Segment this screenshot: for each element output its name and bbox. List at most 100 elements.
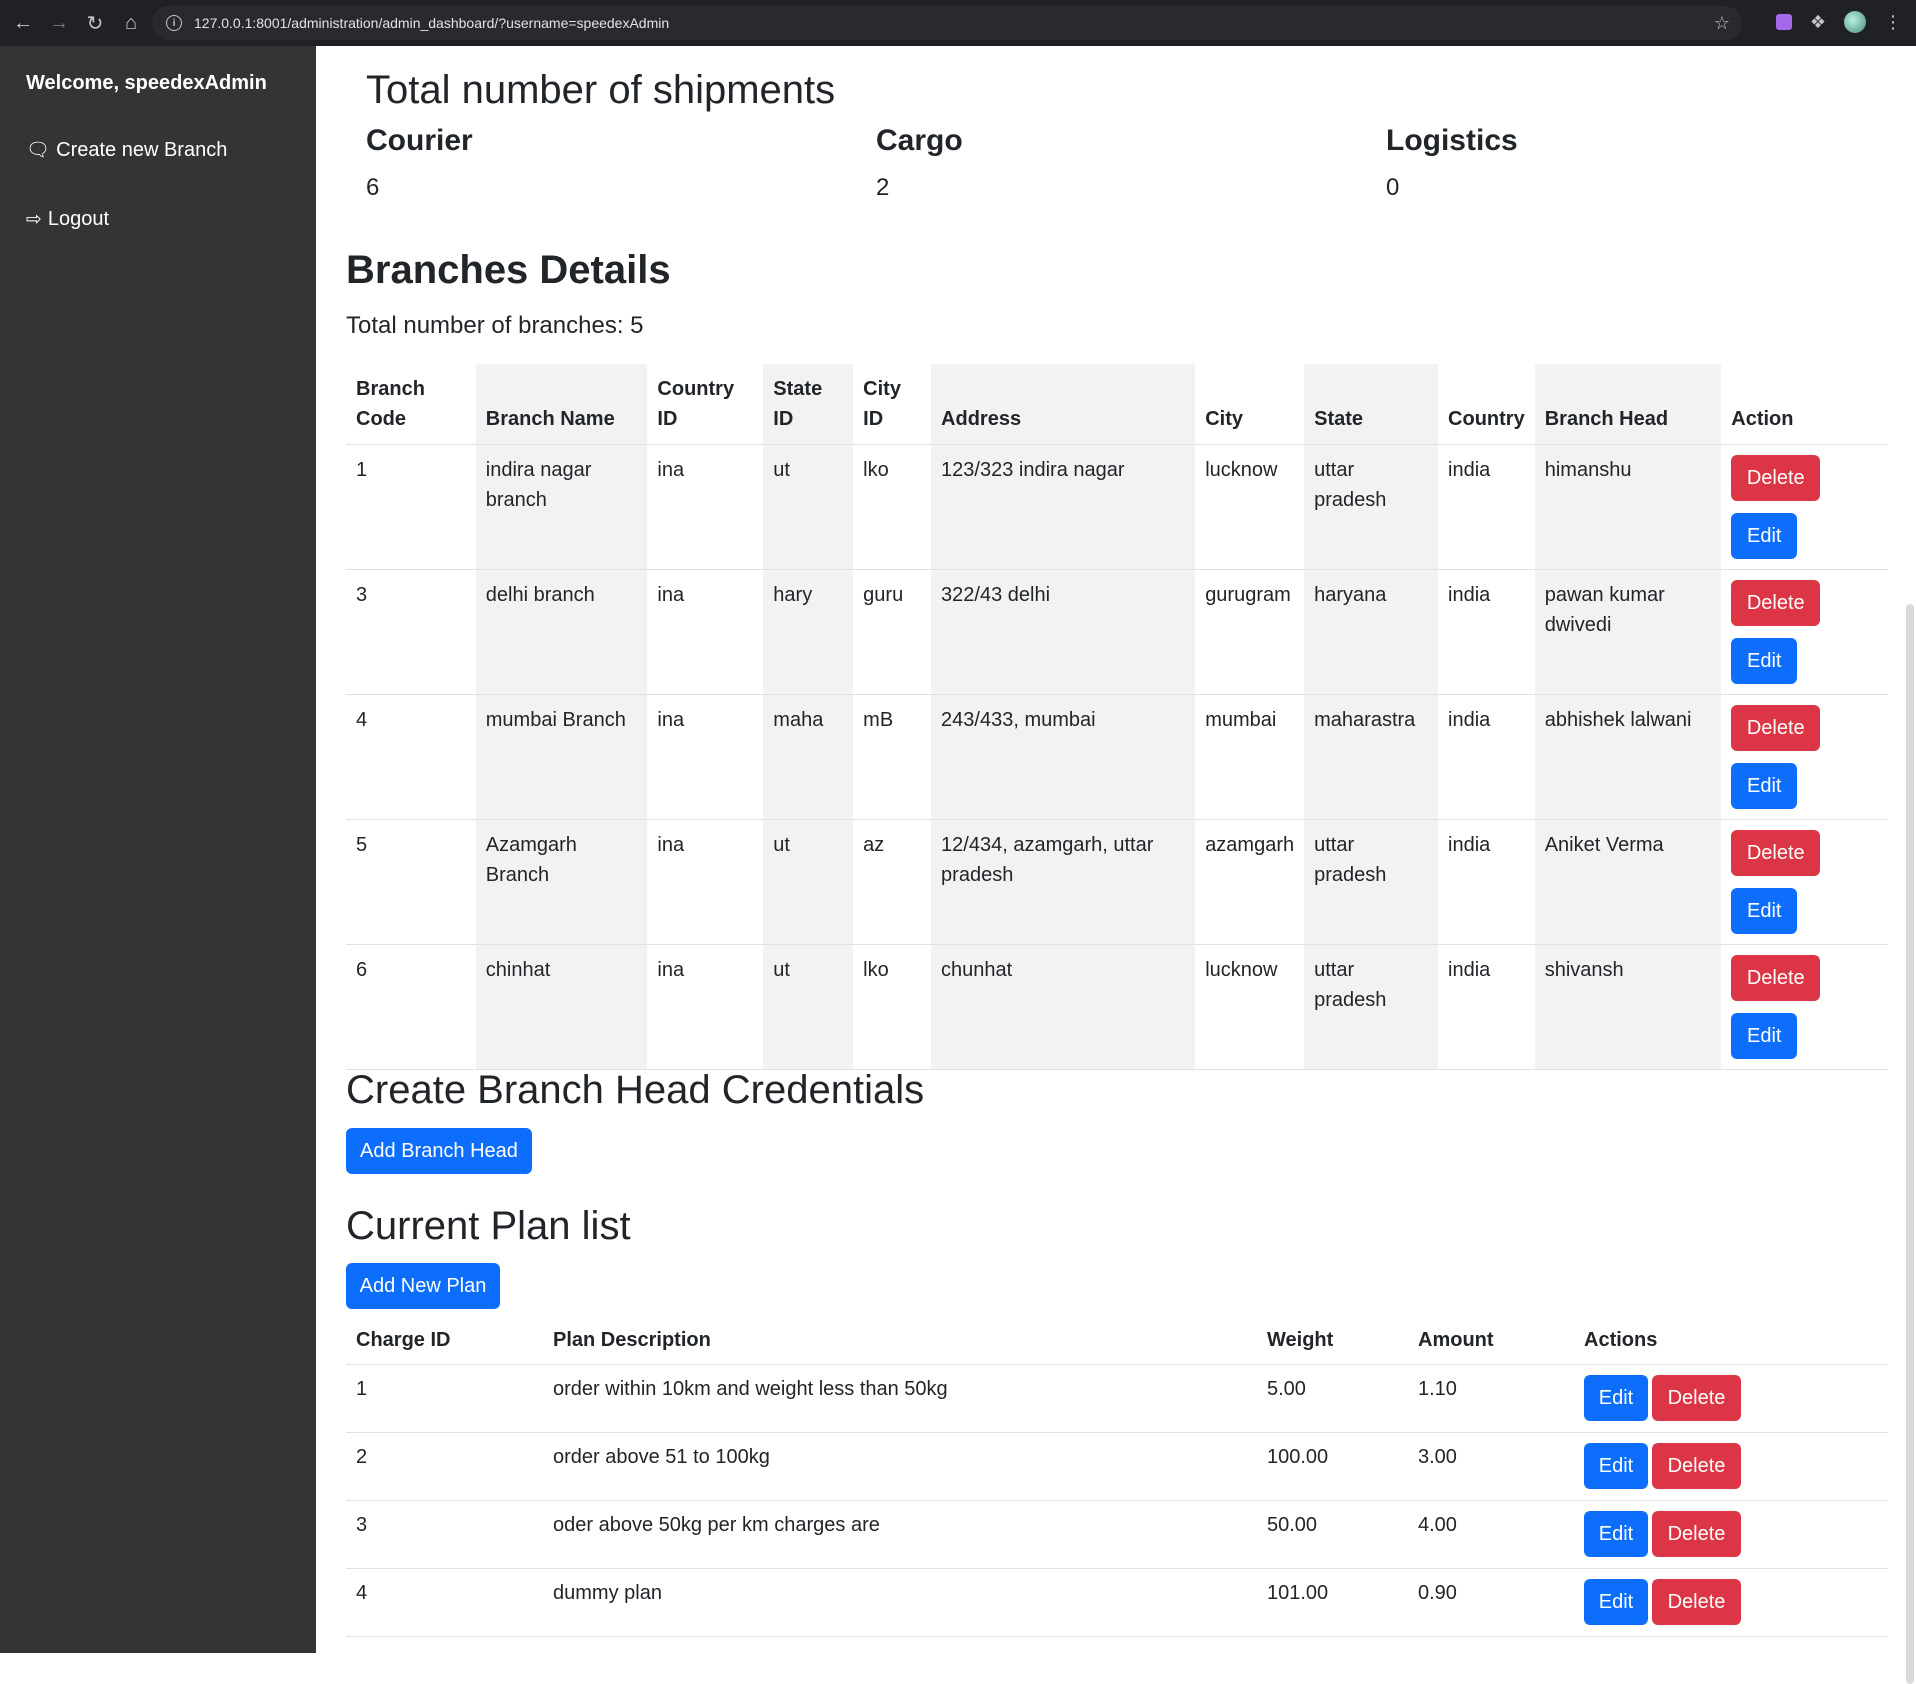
delete-plan-button[interactable]: Delete — [1652, 1375, 1741, 1421]
delete-branch-button[interactable]: Delete — [1731, 830, 1821, 876]
weight-cell: 101.00 — [1267, 1582, 1329, 1604]
add-new-plan-button[interactable]: Add New Plan — [346, 1263, 500, 1309]
branch-name-cell: Azamgarh Branch — [475, 819, 648, 945]
branch-action-cell: Delete Edit — [1721, 570, 1888, 695]
add-branch-head-button[interactable]: Add Branch Head — [346, 1128, 532, 1174]
city-id-cell: lko — [863, 959, 889, 981]
plan-row: 4 dummy plan 101.00 0.90 Edit Delete — [346, 1569, 1888, 1637]
state-cell: uttar pradesh — [1304, 944, 1439, 1070]
city-cell: gurugram — [1205, 584, 1291, 606]
col-state-id: State ID — [763, 364, 854, 445]
edit-branch-button[interactable]: Edit — [1731, 1013, 1798, 1059]
weight-cell: 100.00 — [1267, 1446, 1329, 1468]
col-address: Address — [931, 364, 1196, 445]
bookmark-star-icon[interactable]: ☆ — [1714, 13, 1730, 34]
country-cell: india — [1448, 584, 1491, 606]
logistics-count: 0 — [1386, 174, 1400, 201]
reload-icon[interactable]: ↻ — [78, 6, 112, 40]
home-icon[interactable]: ⌂ — [114, 6, 148, 40]
plan-row: 2 order above 51 to 100kg 100.00 3.00 Edit De… — [346, 1433, 1888, 1501]
edit-branch-button[interactable]: Edit — [1731, 888, 1798, 934]
address-cell: 322/43 delhi — [931, 569, 1196, 695]
create-branch-link[interactable]: 🗨 Create new Branch — [26, 138, 227, 162]
edit-plan-button[interactable]: Edit — [1584, 1511, 1648, 1557]
branch-head-cell: abhishek lalwani — [1534, 694, 1722, 820]
address-cell: chunhat — [931, 944, 1196, 1070]
plan-actions-cell: Edit Delete — [1574, 1365, 1888, 1433]
plan-description-cell: order above 51 to 100kg — [553, 1446, 770, 1468]
extension-icon[interactable] — [1775, 14, 1792, 30]
plan-description-cell: oder above 50kg per km charges are — [553, 1514, 880, 1536]
amount-cell: 3.00 — [1418, 1446, 1457, 1468]
city-id-cell: az — [863, 834, 885, 856]
delete-branch-button[interactable]: Delete — [1731, 580, 1821, 626]
page-scrollbar[interactable] — [1906, 604, 1914, 1684]
comment-icon: 🗨 — [26, 140, 51, 161]
edit-plan-button[interactable]: Edit — [1584, 1443, 1648, 1489]
menu-kebab-icon[interactable]: ⋮ — [1884, 12, 1902, 33]
delete-branch-button[interactable]: Delete — [1731, 955, 1821, 1001]
delete-plan-button[interactable]: Delete — [1652, 1511, 1741, 1557]
edit-branch-button[interactable]: Edit — [1731, 763, 1798, 809]
courier-label: Courier — [366, 124, 473, 157]
col-country: Country — [1448, 408, 1525, 430]
amount-cell: 1.10 — [1418, 1378, 1457, 1400]
courier-count: 6 — [366, 174, 380, 201]
welcome-text: Welcome, speedexAdmin — [26, 72, 267, 94]
branches-title: Branches Details — [346, 248, 671, 292]
col-branch-name: Branch Name — [475, 364, 648, 445]
country-id-cell: ina — [657, 459, 685, 481]
branch-row: 3 delhi branch ina hary guru 322/43 delhi guru… — [346, 569, 1888, 695]
weight-cell: 50.00 — [1267, 1514, 1318, 1536]
country-cell: india — [1448, 834, 1491, 856]
charge-id-cell: 1 — [356, 1378, 368, 1400]
city-cell: azamgarh — [1205, 834, 1295, 856]
delete-branch-button[interactable]: Delete — [1731, 455, 1821, 501]
col-weight: Weight — [1267, 1329, 1334, 1351]
forward-icon[interactable]: → — [42, 6, 76, 40]
weight-cell: 5.00 — [1267, 1378, 1306, 1400]
address-bar[interactable]: i 127.0.0.1:8001/administration/admin_da… — [152, 6, 1742, 40]
branch-name-cell: delhi branch — [475, 569, 648, 695]
delete-plan-button[interactable]: Delete — [1652, 1579, 1741, 1625]
site-info-icon[interactable]: i — [166, 15, 182, 31]
extensions-puzzle-icon[interactable]: ❖ — [1810, 12, 1826, 33]
branch-row: 4 mumbai Branch ina maha mB 243/433, mumbai mu… — [346, 694, 1888, 820]
col-charge-id: Charge ID — [356, 1329, 451, 1351]
delete-plan-button[interactable]: Delete — [1652, 1443, 1741, 1489]
country-id-cell: ina — [657, 709, 685, 731]
edit-branch-button[interactable]: Edit — [1731, 638, 1798, 684]
browser-toolbar: ← → ↻ ⌂ i 127.0.0.1:8001/administration/… — [0, 0, 1916, 46]
branch-code-cell: 6 — [356, 959, 368, 981]
amount-cell: 4.00 — [1418, 1514, 1457, 1536]
branches-total: Total number of branches: 5 — [346, 312, 644, 339]
branch-code-cell: 1 — [356, 459, 368, 481]
branch-row: 1 indira nagar branch ina ut lko 123/323 indi… — [346, 444, 1888, 570]
profile-avatar[interactable] — [1844, 11, 1866, 33]
back-icon[interactable]: ← — [6, 6, 40, 40]
plan-description-cell: order within 10km and weight less than 5… — [553, 1378, 948, 1400]
charge-id-cell: 4 — [356, 1582, 368, 1604]
plan-row: 1 order within 10km and weight less than … — [346, 1365, 1888, 1433]
logistics-label: Logistics — [1386, 124, 1518, 157]
logout-link[interactable]: ⇨ Logout — [26, 208, 109, 231]
edit-plan-button[interactable]: Edit — [1584, 1579, 1648, 1625]
delete-branch-button[interactable]: Delete — [1731, 705, 1821, 751]
branch-name-cell: chinhat — [475, 944, 648, 1070]
col-city-id: City ID — [863, 378, 901, 430]
address-cell: 123/323 indira nagar — [931, 444, 1196, 570]
plans-table: Charge ID Plan Description Weight Amount… — [346, 1316, 1888, 1637]
state-cell: maharastra — [1304, 694, 1439, 820]
country-id-cell: ina — [657, 834, 685, 856]
country-id-cell: ina — [657, 584, 685, 606]
edit-plan-button[interactable]: Edit — [1584, 1375, 1648, 1421]
logout-icon: ⇨ — [26, 209, 42, 230]
edit-branch-button[interactable]: Edit — [1731, 513, 1798, 559]
url-text: 127.0.0.1:8001/administration/admin_dash… — [194, 15, 670, 31]
state-cell: uttar pradesh — [1304, 444, 1439, 570]
branch-head-cell: himanshu — [1534, 444, 1722, 570]
amount-cell: 0.90 — [1418, 1582, 1457, 1604]
plans-title: Current Plan list — [346, 1204, 631, 1248]
state-cell: uttar pradesh — [1304, 819, 1439, 945]
city-cell: lucknow — [1205, 959, 1278, 981]
